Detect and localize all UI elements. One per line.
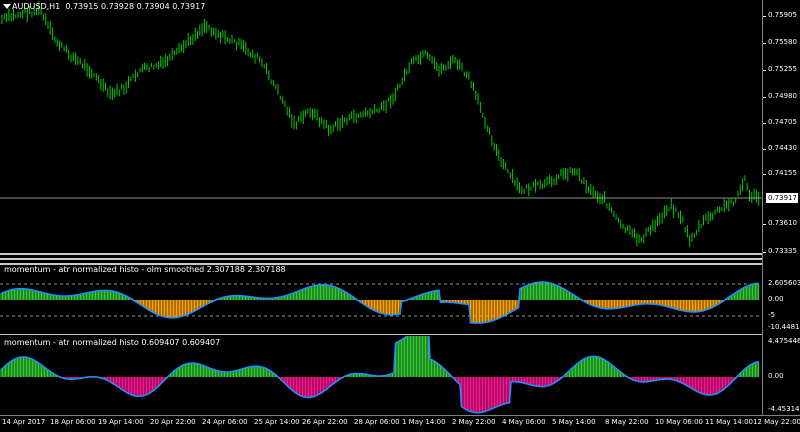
- price-label: 0.74980: [768, 92, 797, 100]
- price-bars: [0, 1, 762, 248]
- time-label: 28 Apr 06:00: [354, 418, 400, 426]
- price-label: 0.73335: [768, 247, 797, 255]
- price-tick: [762, 70, 766, 71]
- price-tick: [762, 149, 766, 150]
- time-label: 24 Apr 06:00: [202, 418, 248, 426]
- scale-label: -4.453141: [768, 405, 800, 413]
- smoothed-line: [0, 336, 759, 414]
- time-label: 10 May 06:00: [655, 418, 704, 426]
- price-label: 0.75905: [768, 11, 797, 19]
- time-label: 2 May 22:00: [452, 418, 496, 426]
- price-tick: [762, 174, 766, 175]
- price-label: 0.75580: [768, 38, 797, 46]
- scale-label: 0.00: [768, 295, 784, 303]
- indicator1-pane[interactable]: momentum - atr normalized histo - olm sm…: [0, 265, 762, 334]
- price-tick: [762, 224, 766, 225]
- indicator1-title: momentum - atr normalized histo - olm sm…: [4, 265, 286, 274]
- time-label: 1 May 14:00: [402, 418, 446, 426]
- indicator1-histogram: [0, 281, 762, 324]
- scale-label: -5: [768, 311, 775, 319]
- current-price-badge: 0.73917: [766, 193, 798, 203]
- chart-title: AUDUSD,H1 0.73915 0.73928 0.73904 0.7391…: [12, 2, 206, 11]
- time-label: 11 May 14:00: [705, 418, 754, 426]
- price-label: 0.75255: [768, 65, 797, 73]
- time-label: 19 Apr 14:00: [98, 418, 144, 426]
- dropdown-arrow-icon[interactable]: [3, 4, 11, 9]
- scale-label: -10.448145: [768, 323, 800, 331]
- indicator2-histogram: [0, 336, 760, 414]
- price-tick: [762, 43, 766, 44]
- time-label: 12 May 22:00: [753, 418, 800, 426]
- time-label: 5 May 14:00: [552, 418, 596, 426]
- time-label: 14 Apr 2017: [2, 418, 46, 426]
- scale-label: 4.475446: [768, 337, 800, 345]
- price-label: 0.74705: [768, 118, 797, 126]
- price-label: 0.74430: [768, 144, 797, 152]
- price-label: 0.74155: [768, 169, 797, 177]
- time-label: 25 Apr 14:00: [254, 418, 300, 426]
- price-tick: [762, 97, 766, 98]
- time-label: 26 Apr 22:00: [302, 418, 348, 426]
- price-tick: [762, 252, 766, 253]
- indicator2-title: momentum - atr normalized histo 0.609407…: [4, 338, 221, 347]
- time-label: 20 Apr 22:00: [150, 418, 196, 426]
- price-tick: [762, 16, 766, 17]
- price-tick: [762, 123, 766, 124]
- price-chart-pane[interactable]: AUDUSD,H1 0.73915 0.73928 0.73904 0.7391…: [0, 0, 800, 255]
- indicator2-pane[interactable]: momentum - atr normalized histo 0.609407…: [0, 336, 762, 415]
- scale-label: 2.605603: [768, 279, 800, 287]
- price-label: 0.73610: [768, 219, 797, 227]
- time-label: 18 Apr 06:00: [50, 418, 96, 426]
- scale-label: 0.00: [768, 372, 784, 380]
- time-label: 4 May 06:00: [502, 418, 546, 426]
- time-label: 8 May 22:00: [605, 418, 649, 426]
